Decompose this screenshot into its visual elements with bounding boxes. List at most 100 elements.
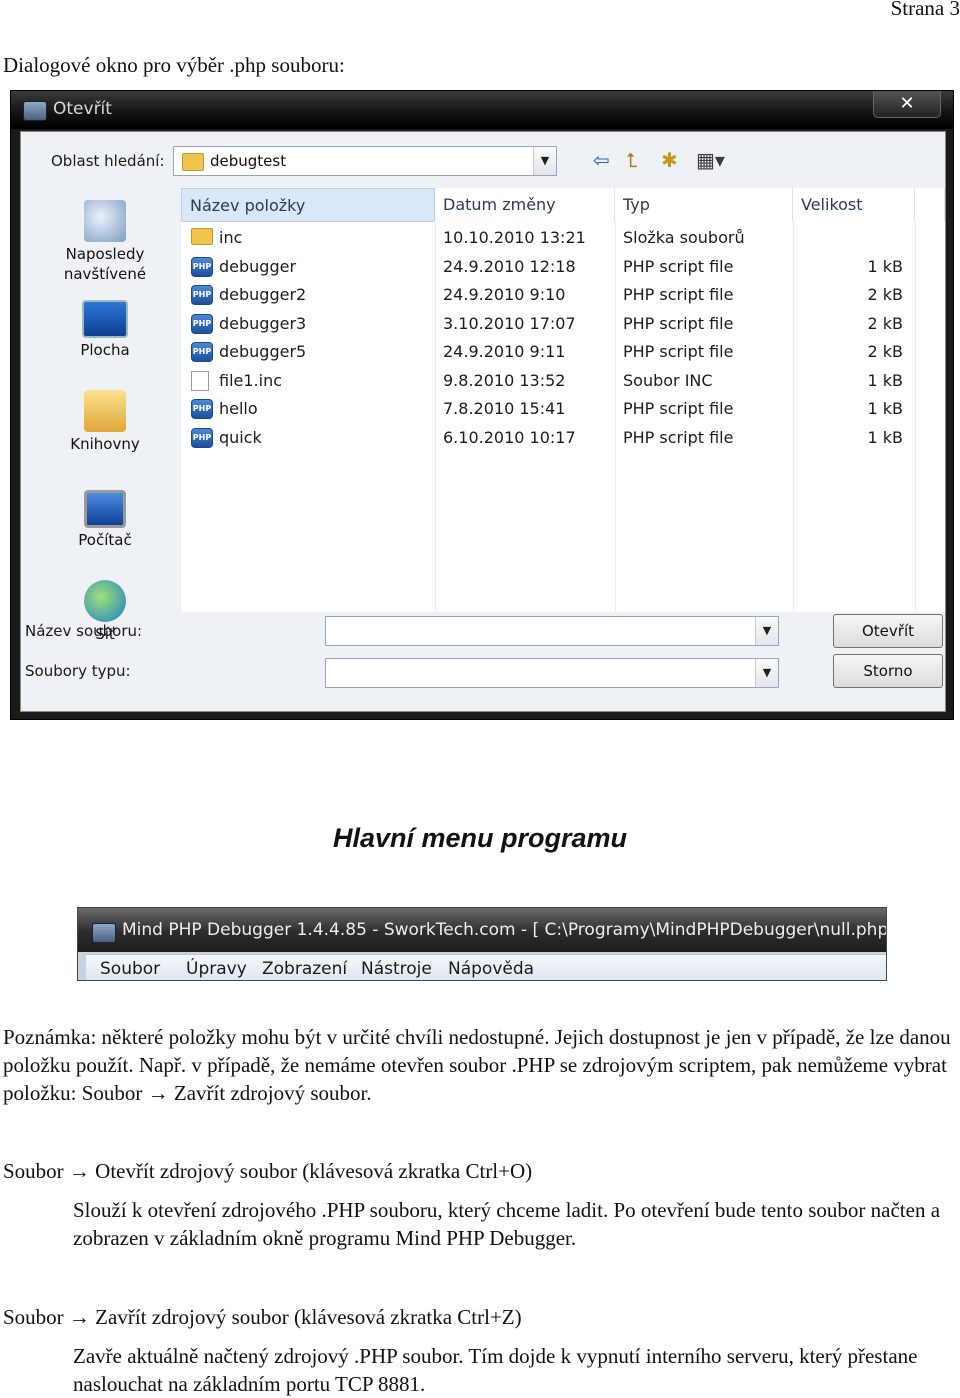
place-recent[interactable]: Naposledy navštívené	[35, 200, 175, 284]
column-header-type[interactable]: Typ	[615, 188, 793, 222]
lookin-dropdown[interactable]: debugtest ▼	[173, 146, 557, 176]
place-computer[interactable]: Počítač	[35, 484, 175, 550]
file-size: 2 kB	[867, 342, 903, 361]
file-date: 7.8.2010 15:41	[443, 399, 566, 418]
file-date: 10.10.2010 13:21	[443, 228, 586, 247]
menu-file[interactable]: Soubor	[100, 959, 160, 979]
app-icon	[92, 923, 116, 943]
file-size: 2 kB	[867, 285, 903, 304]
place-label: Knihovny	[70, 435, 140, 453]
file-name: inc	[219, 228, 243, 247]
file-row[interactable]: file1.inc 9.8.2010 13:52 Soubor INC 1 kB	[181, 367, 945, 395]
file-date: 6.10.2010 10:17	[443, 427, 576, 447]
file-name: debugger2	[219, 285, 307, 304]
chevron-down-icon[interactable]: ▼	[533, 147, 556, 175]
file-type: PHP script file	[623, 342, 734, 361]
file-type: PHP script file	[623, 256, 734, 276]
menu-view[interactable]: Zobrazení	[262, 959, 347, 979]
file-list: Název položky Datum změny Typ Velikost i…	[181, 188, 945, 612]
php-file-icon: PHP	[191, 399, 213, 419]
file-row[interactable]: PHP debugger2 24.9.2010 9:10 PHP script fil…	[181, 281, 945, 309]
php-file-icon: PHP	[191, 256, 213, 277]
dialog-titlebar[interactable]: Otevřít ✕	[11, 91, 953, 129]
open-file-dialog: Otevřít ✕ Oblast hledání: debugtest ▼ ⇦ …	[10, 90, 954, 720]
file-row[interactable]: PHP quick 6.10.2010 10:17 PHP script file 1 …	[181, 424, 945, 452]
place-label: Plocha	[80, 341, 130, 359]
desktop-icon	[82, 300, 128, 338]
main-titlebar[interactable]: Mind PHP Debugger 1.4.4.85 - SworkTech.c…	[78, 908, 886, 952]
file-size: 2 kB	[867, 313, 903, 333]
recent-places-icon	[84, 200, 126, 242]
cancel-button[interactable]: Storno	[833, 654, 943, 688]
open-button[interactable]: Otevřít	[833, 614, 943, 648]
file-name: hello	[219, 399, 258, 418]
php-file-icon: PHP	[191, 427, 213, 448]
close-source-description: Zavře aktuálně načtený zdrojový .PHP sou…	[73, 1344, 918, 1396]
php-file-icon: PHP	[191, 342, 213, 362]
menu-help[interactable]: Nápověda	[448, 959, 534, 979]
note-paragraph: Poznámka: některé položky mohu být v urč…	[3, 1025, 951, 1105]
column-header-label: Velikost	[801, 195, 863, 214]
folder-icon	[191, 228, 213, 245]
file-size: 1 kB	[867, 256, 903, 276]
filetype-select[interactable]: ▼	[325, 658, 779, 688]
new-folder-icon[interactable]: ✱	[661, 148, 678, 172]
menu-edit[interactable]: Úpravy	[186, 959, 247, 979]
file-type: PHP script file	[623, 285, 734, 304]
place-label: Naposledy navštívené	[63, 245, 147, 283]
views-menu-icon[interactable]: ▦▾	[696, 148, 725, 172]
file-name: debugger	[219, 256, 297, 276]
file-icon	[191, 370, 209, 391]
libraries-icon	[84, 390, 126, 432]
file-type: PHP script file	[623, 427, 734, 447]
folder-icon	[182, 153, 204, 171]
file-date: 3.10.2010 17:07	[443, 313, 576, 333]
place-desktop[interactable]: Plocha	[35, 296, 175, 360]
file-row[interactable]: PHP hello 7.8.2010 15:41 PHP script file 1 k…	[181, 395, 945, 423]
back-icon[interactable]: ⇦	[593, 148, 610, 172]
dialog-body: Oblast hledání: debugtest ▼ ⇦ ⮤ ✱ ▦▾ Nap…	[20, 131, 946, 712]
close-button[interactable]: ✕	[873, 91, 941, 118]
main-window-snippet: Mind PHP Debugger 1.4.4.85 - SworkTech.c…	[77, 907, 887, 981]
menu-tools[interactable]: Nástroje	[361, 959, 432, 979]
section-heading: Hlavní menu programu	[332, 823, 628, 853]
lookin-value: debugtest	[210, 152, 287, 170]
column-header-label: Název položky	[190, 196, 306, 215]
file-name: debugger5	[219, 342, 307, 361]
file-name: quick	[219, 427, 262, 447]
up-folder-icon[interactable]: ⮤	[626, 148, 638, 172]
file-size: 1 kB	[867, 370, 903, 390]
filename-label: Název souboru:	[25, 622, 143, 640]
close-icon: ✕	[899, 93, 915, 114]
column-header-label: Typ	[623, 195, 650, 214]
file-row[interactable]: PHP debugger3 3.10.2010 17:07 PHP script fi…	[181, 310, 945, 338]
places-bar: Naposledy navštívené Plocha Knihovny Poč…	[35, 190, 167, 660]
filename-input[interactable]: ▼	[325, 616, 779, 646]
chevron-down-icon[interactable]: ▼	[755, 659, 778, 687]
main-menubar: Soubor Úpravy Zobrazení Nástroje Nápověd…	[86, 954, 886, 980]
intro-text: Dialogové okno pro výběr .php souboru:	[3, 53, 345, 77]
file-date: 9.8.2010 13:52	[443, 370, 566, 390]
filetype-label: Soubory typu:	[25, 662, 131, 680]
file-row[interactable]: PHP debugger5 24.9.2010 9:11 PHP script fil…	[181, 338, 945, 366]
column-header-empty	[915, 188, 945, 222]
file-name: file1.inc	[219, 370, 283, 390]
open-source-heading: Soubor → Otevřít zdrojový soubor (kláves…	[3, 1159, 533, 1183]
file-name: debugger3	[219, 313, 307, 333]
file-row[interactable]: inc 10.10.2010 13:21 Složka souborů	[181, 224, 945, 252]
file-size: 1 kB	[867, 399, 903, 418]
main-window-title: Mind PHP Debugger 1.4.4.85 - SworkTech.c…	[122, 920, 887, 940]
column-header-date[interactable]: Datum změny	[435, 188, 615, 222]
column-header-size[interactable]: Velikost	[793, 188, 915, 222]
place-libraries[interactable]: Knihovny	[35, 390, 175, 454]
open-source-description: Slouží k otevření zdrojového .PHP soubor…	[73, 1198, 941, 1250]
computer-icon	[84, 490, 126, 528]
column-header-name[interactable]: Název položky	[181, 188, 435, 222]
file-date: 24.9.2010 12:18	[443, 256, 576, 276]
network-icon	[84, 580, 126, 622]
file-type: PHP script file	[623, 313, 734, 333]
file-type: PHP script file	[623, 399, 734, 418]
chevron-down-icon[interactable]: ▼	[755, 617, 778, 645]
file-row[interactable]: PHP debugger 24.9.2010 12:18 PHP script fil…	[181, 253, 945, 281]
php-file-icon: PHP	[191, 285, 213, 305]
